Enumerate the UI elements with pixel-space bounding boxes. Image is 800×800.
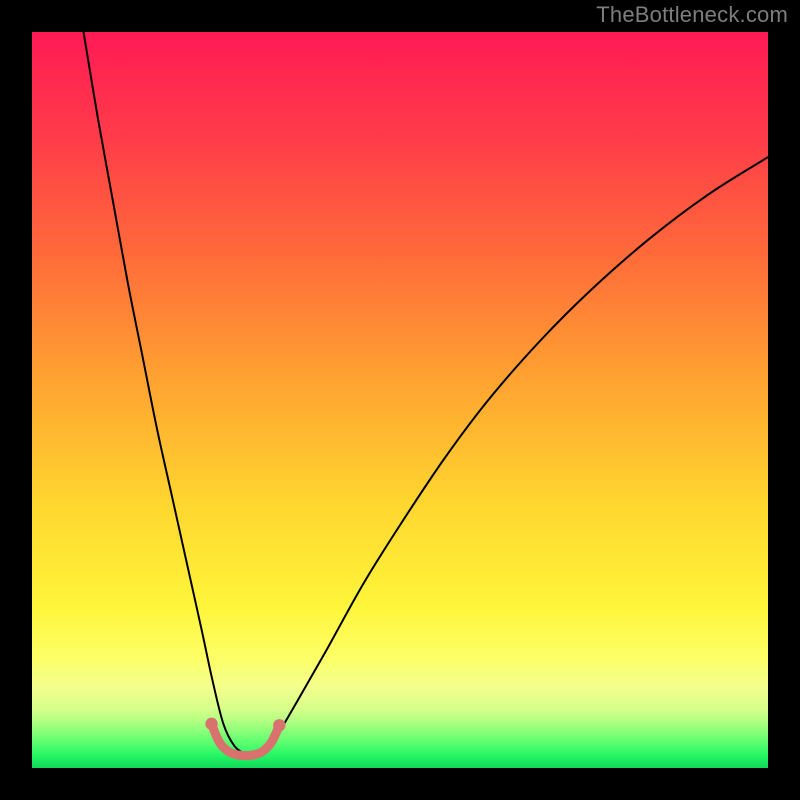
min-marker-dot: [205, 718, 217, 730]
min-marker-stroke: [212, 724, 280, 756]
curve-layer: [32, 32, 768, 768]
min-marker-dot: [273, 719, 285, 731]
bottleneck-curve: [84, 32, 768, 755]
outer-frame: TheBottleneck.com: [0, 0, 800, 800]
watermark-text: TheBottleneck.com: [596, 2, 788, 28]
plot-area: [32, 32, 768, 768]
min-marker: [205, 718, 285, 756]
